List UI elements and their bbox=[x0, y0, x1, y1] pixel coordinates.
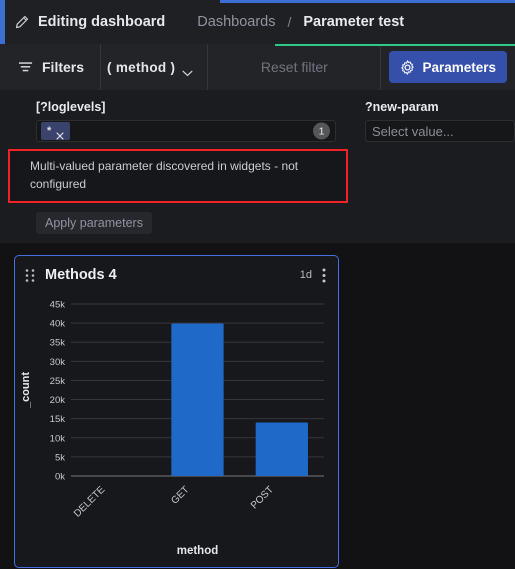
parameter-field-new-param: ?new-param Select value... bbox=[355, 100, 515, 142]
parameters-button-wrapper: Parameters bbox=[381, 44, 515, 90]
y-axis-tick-label: 45k bbox=[50, 300, 66, 311]
breadcrumb-separator: / bbox=[287, 14, 292, 30]
editing-dashboard-label: Editing dashboard bbox=[38, 14, 166, 30]
dashboard-canvas: Methods 4 1d 0k 5k 10k 15k 20k 25k 30k 35k 40k 45… bbox=[0, 243, 515, 569]
filters-button[interactable]: Filters bbox=[0, 44, 102, 90]
parameter-error-box: Multi-valued parameter discovered in wid… bbox=[8, 149, 348, 203]
y-axis-tick-label: 35k bbox=[50, 338, 66, 349]
breadcrumb: Dashboards / Parameter test bbox=[197, 14, 404, 30]
x-axis-tick-label: GET bbox=[169, 484, 191, 506]
loglevels-param-label: [?loglevels] bbox=[36, 100, 106, 114]
parameters-button-label: Parameters bbox=[422, 59, 496, 75]
y-axis-tick-label: 10k bbox=[50, 433, 66, 444]
close-icon[interactable] bbox=[56, 127, 64, 140]
new-param-select[interactable]: Select value... bbox=[365, 120, 515, 142]
parameter-field-loglevels: [?loglevels] * 1 bbox=[0, 100, 355, 142]
chart-panel-header: Methods 4 1d bbox=[15, 256, 338, 294]
y-axis-tick-label: 5k bbox=[55, 452, 65, 463]
editing-dashboard-indicator[interactable]: Editing dashboard bbox=[14, 14, 165, 30]
header-accent-bar bbox=[0, 0, 5, 44]
filter-toolbar: Filters ( method ) Reset filter Paramete… bbox=[0, 44, 515, 90]
parameter-value-chip-label: * bbox=[47, 125, 52, 137]
y-axis-title: _count bbox=[20, 372, 32, 409]
parameters-panel: [?loglevels] * 1 ?new-param Select value… bbox=[0, 90, 515, 243]
parameter-value-chip[interactable]: * bbox=[41, 122, 71, 140]
y-axis-tick-label: 25k bbox=[50, 376, 66, 387]
x-axis-tick-label: DELETE bbox=[72, 484, 108, 520]
chart-panel-title: Methods 4 bbox=[45, 267, 117, 283]
apply-parameters-button[interactable]: Apply parameters bbox=[36, 212, 152, 234]
x-axis-title: method bbox=[177, 545, 219, 557]
reset-filter-button[interactable]: Reset filter bbox=[208, 44, 382, 90]
bar[interactable] bbox=[255, 422, 308, 476]
new-param-placeholder: Select value... bbox=[372, 123, 454, 139]
filterbar-accent-line bbox=[275, 44, 515, 46]
chevron-down-icon bbox=[182, 64, 193, 76]
new-param-label: ?new-param bbox=[365, 100, 439, 114]
breadcrumb-dashboards-link[interactable]: Dashboards bbox=[197, 14, 275, 30]
bar-chart: 0k 5k 10k 15k 20k 25k 30k 35k 40k 45k _count DELETE… bbox=[15, 294, 338, 566]
loglevels-param-input[interactable]: * 1 bbox=[36, 120, 336, 142]
method-filter-label: ( method ) bbox=[107, 59, 176, 75]
y-axis-tick-label: 40k bbox=[50, 319, 66, 330]
x-axis-tick-label: POST bbox=[249, 484, 276, 511]
method-filter-dropdown[interactable]: ( method ) bbox=[101, 44, 209, 90]
parameters-button[interactable]: Parameters bbox=[389, 51, 507, 83]
filter-icon bbox=[18, 60, 33, 74]
reset-filter-label: Reset filter bbox=[260, 59, 328, 75]
y-axis-tick-label: 20k bbox=[50, 395, 66, 406]
bar[interactable] bbox=[171, 323, 224, 476]
parameter-count-badge: 1 bbox=[313, 122, 330, 140]
chart-panel-interval: 1d bbox=[299, 269, 312, 281]
kebab-menu-icon[interactable] bbox=[322, 268, 326, 283]
drag-handle-icon[interactable] bbox=[25, 268, 35, 283]
breadcrumb-current-page[interactable]: Parameter test bbox=[303, 14, 404, 30]
parameter-error-message: Multi-valued parameter discovered in wid… bbox=[30, 159, 299, 191]
pencil-icon bbox=[14, 15, 29, 30]
y-axis-tick-label: 30k bbox=[50, 357, 66, 368]
chart-panel[interactable]: Methods 4 1d 0k 5k 10k 15k 20k 25k 30k 35k 40k 45… bbox=[14, 255, 339, 568]
bar-chart-svg: 0k 5k 10k 15k 20k 25k 30k 35k 40k 45k _count DELETE… bbox=[20, 300, 324, 557]
y-axis-tick-label: 15k bbox=[50, 414, 66, 425]
parameters-row: [?loglevels] * 1 ?new-param Select value… bbox=[0, 100, 515, 142]
filters-label: Filters bbox=[42, 59, 85, 75]
top-header-bar: Editing dashboard Dashboards / Parameter… bbox=[0, 0, 515, 44]
gear-icon bbox=[400, 59, 415, 75]
header-accent-top bbox=[220, 0, 515, 3]
y-axis-tick-label: 0k bbox=[55, 472, 65, 483]
